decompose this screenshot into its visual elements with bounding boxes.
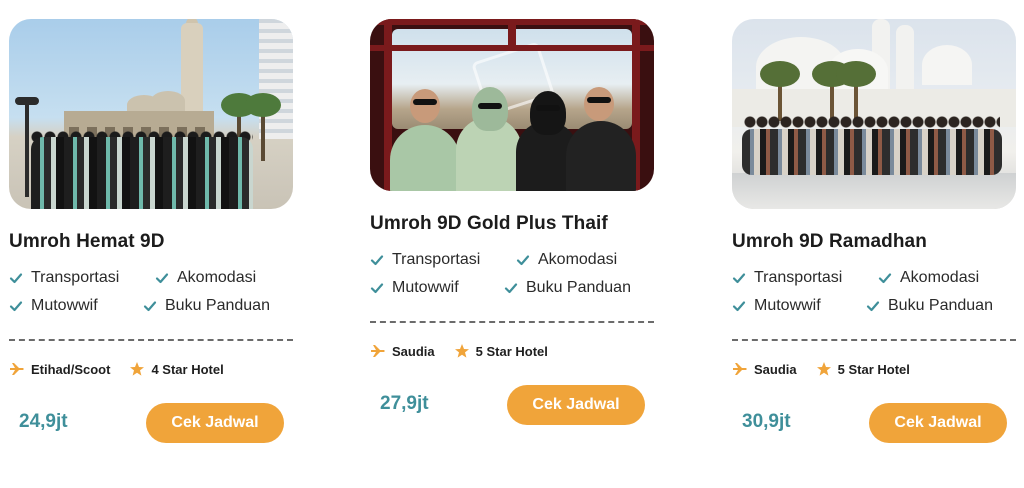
package-meta: Saudia 5 Star Hotel xyxy=(370,343,656,359)
check-icon xyxy=(878,273,892,284)
plane-icon xyxy=(10,363,24,375)
feature-label: Akomodasi xyxy=(538,251,618,268)
hotel-info: 5 Star Hotel xyxy=(816,361,910,377)
package-card: Umroh Hemat 9D Transportasi Akomodasi Mu… xyxy=(9,19,295,443)
airline-info: Saudia xyxy=(732,361,797,377)
check-icon xyxy=(9,301,23,312)
price-row: 27,9jt Cek Jadwal xyxy=(370,385,656,425)
feature-item: Transportasi xyxy=(9,269,167,287)
package-title: Umroh Hemat 9D xyxy=(9,231,165,252)
plane-icon xyxy=(371,345,385,357)
divider xyxy=(732,339,1016,341)
cek-jadwal-button[interactable]: Cek Jadwal xyxy=(507,385,645,425)
price-row: 30,9jt Cek Jadwal xyxy=(732,403,1018,443)
package-meta: Saudia 5 Star Hotel xyxy=(732,361,1018,377)
feature-label: Buku Panduan xyxy=(526,279,631,296)
feature-label: Buku Panduan xyxy=(165,297,270,314)
feature-item: Transportasi xyxy=(732,269,890,287)
feature-label: Transportasi xyxy=(392,251,481,268)
hotel-info: 5 Star Hotel xyxy=(454,343,548,359)
check-icon xyxy=(155,273,169,284)
airline-label: Etihad/Scoot xyxy=(31,361,111,377)
package-photo xyxy=(9,19,293,209)
star-icon xyxy=(130,362,145,376)
check-icon xyxy=(370,283,384,294)
feature-label: Akomodasi xyxy=(900,269,980,286)
star-icon xyxy=(816,362,831,376)
package-meta: Etihad/Scoot 4 Star Hotel xyxy=(9,361,295,377)
airline-info: Saudia xyxy=(370,343,435,359)
package-photo xyxy=(370,19,654,191)
feature-label: Transportasi xyxy=(754,269,843,286)
hotel-info: 4 Star Hotel xyxy=(129,361,224,377)
plane-icon xyxy=(733,363,747,375)
price-row: 24,9jt Cek Jadwal xyxy=(9,403,295,443)
price: 24,9jt xyxy=(19,411,68,432)
check-icon xyxy=(143,301,157,312)
feature-item: Akomodasi xyxy=(878,269,1018,287)
airline-label: Saudia xyxy=(392,343,435,359)
price: 27,9jt xyxy=(380,393,429,414)
feature-list: Transportasi Akomodasi Mutowwif Buku Pan… xyxy=(9,269,295,315)
check-icon xyxy=(866,301,880,312)
package-card: Umroh 9D Ramadhan Transportasi Akomodasi… xyxy=(732,19,1018,443)
hotel-label: 5 Star Hotel xyxy=(837,361,910,377)
feature-item: Transportasi xyxy=(370,251,528,269)
cek-jadwal-button[interactable]: Cek Jadwal xyxy=(146,403,284,443)
feature-list: Transportasi Akomodasi Mutowwif Buku Pan… xyxy=(370,251,656,297)
package-title: Umroh 9D Gold Plus Thaif xyxy=(370,213,608,234)
check-icon xyxy=(504,283,518,294)
feature-item: Buku Panduan xyxy=(504,279,656,297)
check-icon xyxy=(370,255,384,266)
feature-label: Akomodasi xyxy=(177,269,257,286)
airline-label: Saudia xyxy=(754,361,797,377)
cek-jadwal-button[interactable]: Cek Jadwal xyxy=(869,403,1007,443)
feature-label: Mutowwif xyxy=(754,297,821,314)
hotel-label: 4 Star Hotel xyxy=(151,361,224,377)
feature-label: Mutowwif xyxy=(31,297,98,314)
package-card: Umroh 9D Gold Plus Thaif Transportasi Ak… xyxy=(370,19,656,425)
feature-list: Transportasi Akomodasi Mutowwif Buku Pan… xyxy=(732,269,1018,315)
feature-label: Buku Panduan xyxy=(888,297,993,314)
check-icon xyxy=(732,301,746,312)
hotel-label: 5 Star Hotel xyxy=(475,343,548,359)
feature-item: Akomodasi xyxy=(155,269,295,287)
feature-item: Buku Panduan xyxy=(866,297,1018,315)
check-icon xyxy=(732,273,746,284)
package-photo xyxy=(732,19,1016,209)
check-icon xyxy=(9,273,23,284)
feature-label: Mutowwif xyxy=(392,279,459,296)
divider xyxy=(370,321,654,323)
airline-info: Etihad/Scoot xyxy=(9,361,110,377)
star-icon xyxy=(454,344,469,358)
divider xyxy=(9,339,293,341)
feature-item: Akomodasi xyxy=(516,251,656,269)
feature-item: Buku Panduan xyxy=(143,297,295,315)
check-icon xyxy=(516,255,530,266)
price: 30,9jt xyxy=(742,411,791,432)
feature-label: Transportasi xyxy=(31,269,120,286)
package-title: Umroh 9D Ramadhan xyxy=(732,231,927,252)
